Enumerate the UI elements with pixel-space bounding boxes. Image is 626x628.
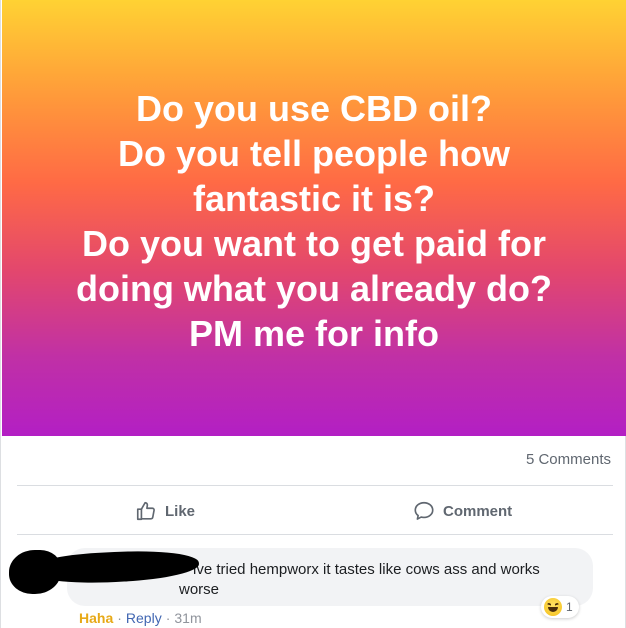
banner-line-4: Do you want to get paid for <box>82 223 546 264</box>
banner-line-5: doing what you already do? <box>75 268 553 309</box>
banner-line-6: PM me for info <box>189 313 439 354</box>
haha-emoji-icon <box>544 598 562 616</box>
separator: · <box>117 610 122 626</box>
like-button[interactable]: Like <box>135 496 195 526</box>
banner-line-1: Do you use CBD oil? <box>135 88 492 129</box>
comment-label: Comment <box>443 502 513 520</box>
thumbs-up-icon <box>135 500 157 522</box>
comment-timestamp[interactable]: 31m <box>174 610 201 626</box>
divider <box>17 534 613 535</box>
haha-reaction-link[interactable]: Haha <box>79 610 113 626</box>
comment-actions: Haha · Reply · 31m <box>79 610 202 626</box>
post-banner: Do you use CBD oil? Do you tell people h… <box>2 0 626 436</box>
comments-count-link[interactable]: 5 Comments <box>526 451 611 468</box>
reaction-count-badge[interactable]: 1 <box>541 596 579 618</box>
reaction-count: 1 <box>566 600 573 614</box>
comment-button[interactable]: Comment <box>413 496 512 526</box>
reply-link[interactable]: Reply <box>126 610 162 626</box>
post-card: Do you use CBD oil? Do you tell people h… <box>0 0 626 628</box>
comment-text-line2: worse <box>179 581 220 598</box>
speech-bubble-icon <box>413 500 435 522</box>
banner-line-3: fantastic it is? <box>192 178 436 219</box>
separator: · <box>165 610 171 626</box>
like-label: Like <box>165 502 196 520</box>
divider <box>17 485 613 486</box>
banner-line-2: Do you tell people how <box>117 133 510 174</box>
